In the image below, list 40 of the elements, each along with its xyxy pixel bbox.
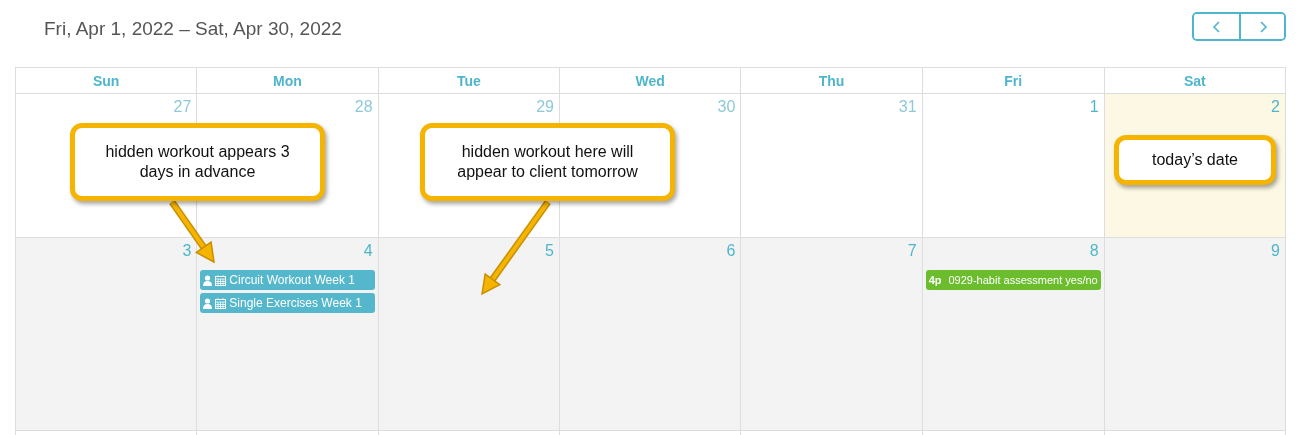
day-number: 7 xyxy=(907,242,918,260)
calendar-icon xyxy=(215,297,227,309)
person-icon xyxy=(203,297,213,309)
day-number: 9 xyxy=(1271,242,1281,260)
day-number: 5 xyxy=(545,242,555,260)
annotation-callout: today’s date xyxy=(1114,135,1276,185)
day-cell[interactable]: 1 xyxy=(922,94,1105,238)
day-cell[interactable]: 4 Circuit Workout Week 1 Single Exercises Week 1 xyxy=(197,238,379,431)
day-number: 4 xyxy=(363,242,374,260)
day-number: 6 xyxy=(726,242,737,260)
day-number: 28 xyxy=(354,98,374,116)
day-number: 29 xyxy=(536,98,555,116)
day-cell[interactable]: 8 4p 0929-habit assessment yes/no xyxy=(922,238,1105,431)
annotation-callout: hidden workout appears 3 days in advance xyxy=(70,123,325,201)
day-number: 31 xyxy=(898,98,918,116)
day-number: 27 xyxy=(173,98,193,116)
calendar-event[interactable]: 4p 0929-habit assessment yes/no xyxy=(925,270,1101,290)
person-icon xyxy=(203,274,213,286)
day-number: 1 xyxy=(1089,98,1100,116)
day-number: 3 xyxy=(182,242,193,260)
event-title: 0929-habit assessment yes/no xyxy=(948,274,1098,286)
event-title: Single Exercises Week 1 xyxy=(229,296,362,310)
day-number: 8 xyxy=(1089,242,1100,260)
calendar-icon xyxy=(215,274,227,286)
day-cell[interactable]: 7 xyxy=(741,238,923,431)
next-button[interactable] xyxy=(1239,14,1284,39)
day-cell[interactable]: 9 xyxy=(1104,238,1286,431)
calendar-event[interactable]: Single Exercises Week 1 xyxy=(200,293,375,313)
event-title: Circuit Workout Week 1 xyxy=(229,273,355,287)
event-time: 4p xyxy=(928,274,942,286)
day-number: 2 xyxy=(1271,98,1281,116)
date-range-title: Fri, Apr 1, 2022 – Sat, Apr 30, 2022 xyxy=(44,17,342,40)
day-number: 30 xyxy=(717,98,737,116)
day-cell[interactable]: 5 xyxy=(378,238,560,431)
callout-arrow xyxy=(169,200,215,264)
day-cell[interactable]: 3 xyxy=(16,238,198,431)
day-cell[interactable]: 31 xyxy=(741,94,923,238)
day-cell[interactable]: 6 xyxy=(559,238,742,431)
calendar-event[interactable]: Circuit Workout Week 1 xyxy=(200,270,375,290)
annotation-callout: hidden workout here will appear to client tomorrow xyxy=(420,123,675,201)
